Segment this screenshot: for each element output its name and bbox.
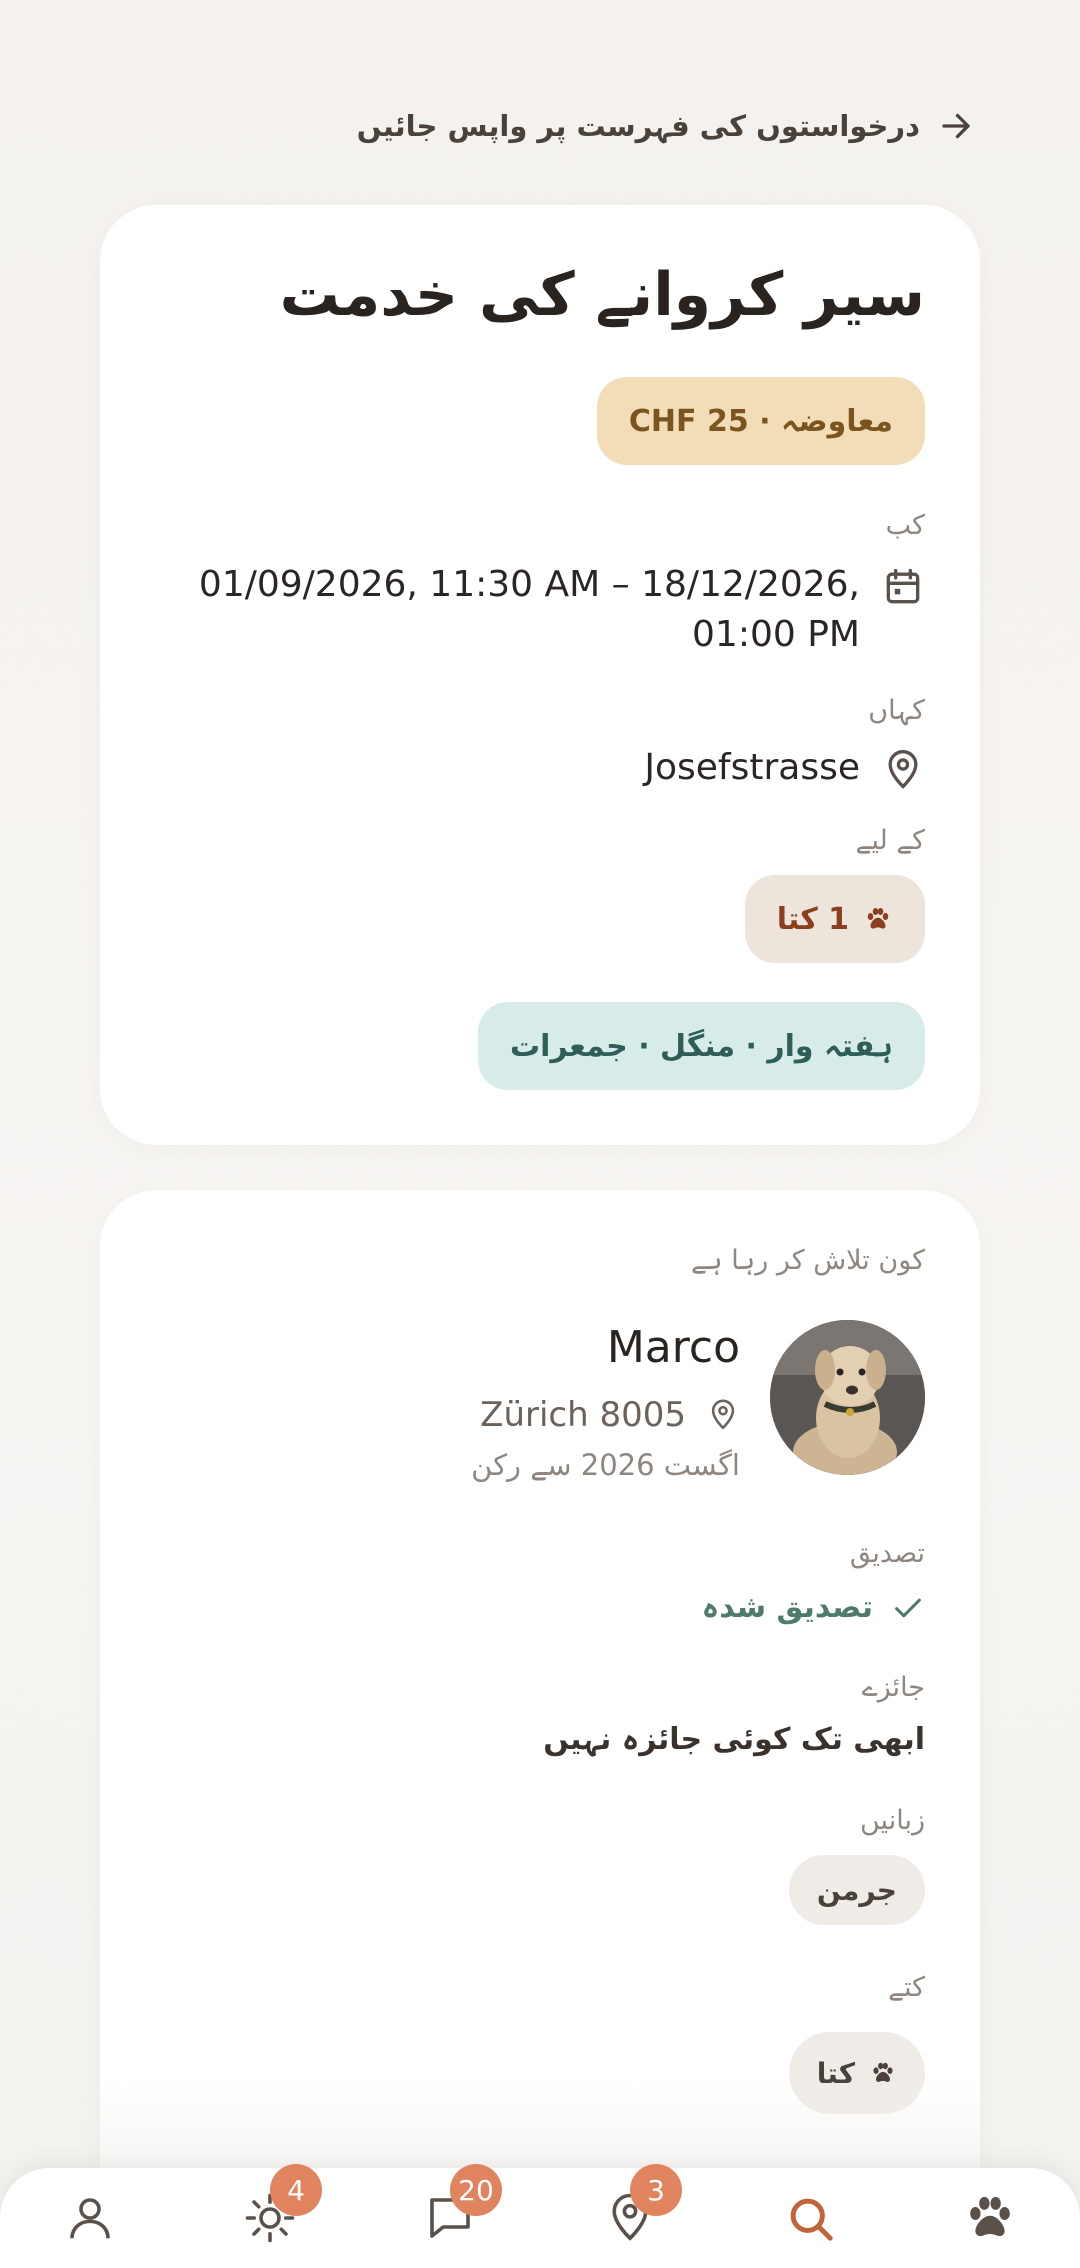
when-label: کب (885, 510, 925, 541)
verification-label: تصدیق (849, 1538, 925, 1569)
paw-icon (867, 908, 889, 929)
language-chip-label: جرمن (816, 1873, 897, 1907)
calendar-icon (886, 568, 920, 604)
dog-photo-image (770, 1320, 925, 1475)
check-icon (895, 1598, 921, 1617)
request-card: سیر کروانے کی خدمت معاوضہ · CHF 25 کب 01… (100, 205, 980, 1145)
member-since: اگست 2026 سے رکن (471, 1448, 740, 1482)
where-label: کہاں (868, 695, 925, 726)
frequency-pill: ہفتہ وار · منگل · جمعرات (477, 1002, 925, 1090)
language-chip: جرمن (788, 1855, 925, 1925)
owner-location: Zürich 8005 (480, 1395, 740, 1435)
location-pin-icon (888, 750, 918, 789)
arrow-right-icon (942, 113, 970, 139)
nav-search[interactable] (770, 2178, 850, 2258)
search-icon (790, 2198, 833, 2241)
dogs-label: کتے (888, 1972, 925, 2003)
for-label: کے لیے (855, 825, 925, 856)
scroll-fade (100, 2080, 980, 2180)
places-badge: 3 (630, 2164, 682, 2216)
activity-badge: 4 (270, 2164, 322, 2216)
person-icon (70, 2198, 110, 2239)
back-link-label: درخواستوں کی فہرست پر واپس جائیں (356, 109, 920, 143)
languages-label: زبانیں (860, 1805, 925, 1836)
back-to-requests-link[interactable]: درخواستوں کی فہرست پر واپس جائیں (357, 108, 974, 144)
verification-value: تصدیق شدہ (701, 1590, 873, 1625)
owner-section-label: کون تلاش کر رہا ہے (690, 1245, 925, 1276)
nav-places[interactable]: 3 (590, 2164, 682, 2258)
messages-badge: 20 (450, 2164, 502, 2216)
nav-activity[interactable]: 4 (230, 2164, 322, 2258)
dog-count-label: 1 کتا (776, 901, 849, 937)
location-pin-icon (711, 1399, 735, 1430)
owner-name: Marco (606, 1322, 740, 1373)
reviews-label: جائزے (861, 1672, 925, 1703)
request-title: سیر کروانے کی خدمت (279, 260, 925, 330)
bottom-nav: 4 20 3 (0, 2164, 1080, 2268)
verification-status: تصدیق شدہ (702, 1590, 925, 1625)
where-value: Josefstrasse (644, 747, 860, 788)
dog-count-pill: 1 کتا (744, 875, 925, 963)
when-value: 01/09/2026, 11:30 AM – 18/12/2026, 01:00… (198, 564, 860, 655)
nav-messages[interactable]: 20 (410, 2164, 502, 2258)
price-pill: معاوضہ · CHF 25 (596, 377, 925, 465)
nav-pets[interactable] (950, 2178, 1030, 2258)
reviews-value: ابھی تک کوئی جائزہ نہیں (543, 1722, 925, 1757)
owner-location-text: Zürich 8005 (480, 1395, 686, 1435)
avatar[interactable] (770, 1320, 925, 1475)
nav-profile[interactable] (50, 2178, 130, 2258)
paw-icon (970, 2196, 1010, 2237)
